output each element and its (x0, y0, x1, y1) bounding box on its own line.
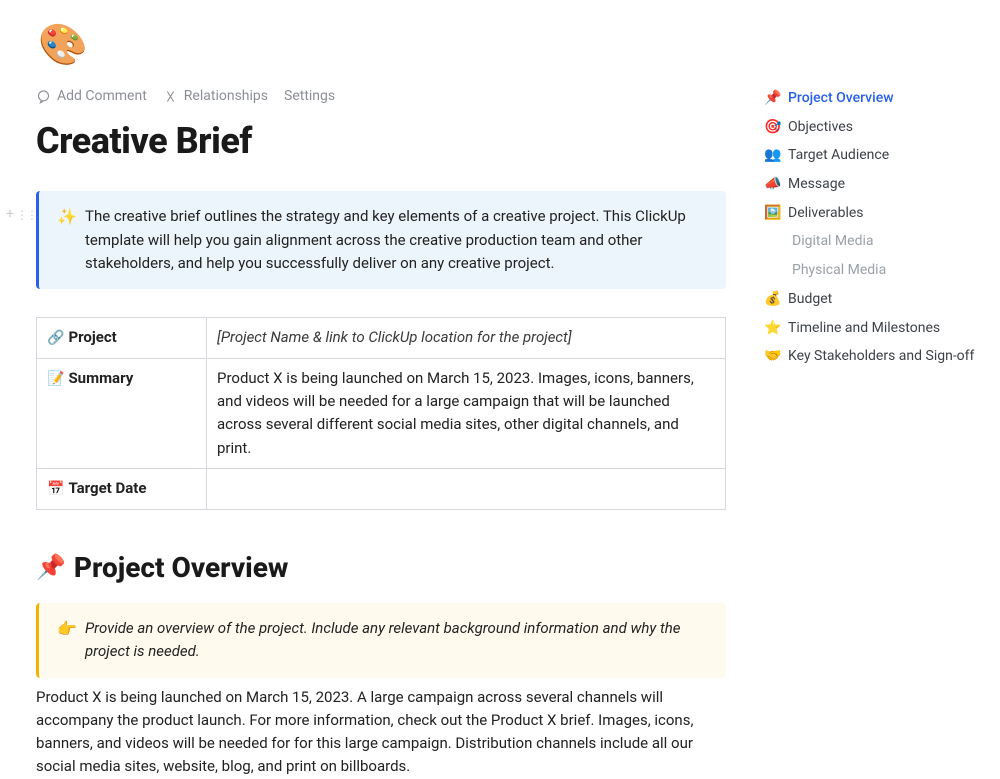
toc-item-icon: 🤝 (764, 346, 780, 368)
table-of-contents: 📌 Project Overview 🎯 Objectives 👥 Target Audi… (764, 85, 988, 372)
row-value[interactable]: [Project Name & link to ClickUp location… (207, 318, 726, 359)
toc-item[interactable]: ⭐ Timeline and Milestones (764, 315, 988, 344)
row-label: 📝Summary (37, 358, 207, 468)
main-column: 🎨 Add Comment Relationships Settings Cre… (36, 14, 726, 779)
table-row[interactable]: 📝SummaryProduct X is being launched on M… (37, 358, 726, 468)
toc-item-label: Target Audience (788, 145, 889, 167)
toc-item-label: Timeline and Milestones (788, 318, 940, 340)
settings-label: Settings (284, 88, 335, 104)
toc-item-icon: 🎯 (764, 117, 780, 139)
intro-callout[interactable]: ✨ The creative brief outlines the strate… (36, 191, 726, 289)
overview-hint-text: Provide an overview of the project. Incl… (85, 617, 708, 664)
overview-hint-callout[interactable]: 👉 Provide an overview of the project. In… (36, 603, 726, 678)
toc-item[interactable]: 💰 Budget (764, 286, 988, 315)
toc-item-label: Objectives (788, 117, 853, 139)
doc-toolbar: Add Comment Relationships Settings (36, 86, 726, 108)
row-value[interactable] (207, 468, 726, 509)
settings-button[interactable]: Settings (284, 86, 335, 108)
row-value[interactable]: Product X is being launched on March 15,… (207, 358, 726, 468)
row-icon: 📅 (47, 481, 64, 497)
relationships-icon (163, 89, 178, 104)
intro-callout-text: The creative brief outlines the strategy… (85, 205, 708, 275)
row-icon: 🔗 (47, 330, 64, 346)
page-title: Creative Brief (36, 114, 726, 170)
toc-item-label: Digital Media (792, 231, 874, 253)
block-gutter: + ⋮⋮ (6, 204, 36, 226)
row-label-text: Target Date (68, 479, 146, 497)
toc-item-label: Message (788, 174, 845, 196)
add-block-button[interactable]: + (6, 204, 14, 226)
toc-item[interactable]: 👥 Target Audience (764, 142, 988, 171)
toc-item-icon: 👥 (764, 145, 780, 167)
point-right-icon: 👉 (57, 617, 73, 664)
table-row[interactable]: 📅Target Date (37, 468, 726, 509)
page-icon[interactable]: 🎨 (38, 14, 726, 76)
toc-item-label: Deliverables (788, 203, 864, 225)
relationships-label: Relationships (184, 86, 268, 108)
drag-handle[interactable]: ⋮⋮ (16, 206, 36, 225)
toc-item[interactable]: 🎯 Objectives (764, 114, 988, 143)
toc-item-icon: ⭐ (764, 318, 780, 340)
toc-item[interactable]: Physical Media (764, 257, 988, 286)
toc-item-icon: 💰 (764, 289, 780, 311)
toc-item[interactable]: Digital Media (764, 228, 988, 257)
toc-item[interactable]: 📣 Message (764, 171, 988, 200)
add-comment-label: Add Comment (57, 86, 147, 108)
toc-item-label: Budget (788, 289, 832, 311)
toc-item[interactable]: 🤝 Key Stakeholders and Sign-off (764, 343, 988, 372)
row-label-text: Project (68, 328, 116, 346)
add-comment-button[interactable]: Add Comment (36, 86, 147, 108)
row-label: 🔗Project (37, 318, 207, 359)
table-row[interactable]: 🔗Project[Project Name & link to ClickUp … (37, 318, 726, 359)
row-label-text: Summary (68, 369, 133, 387)
pushpin-icon: 📌 (36, 549, 66, 586)
row-label: 📅Target Date (37, 468, 207, 509)
info-table: 🔗Project[Project Name & link to ClickUp … (36, 317, 726, 509)
section-title: Project Overview (74, 546, 288, 589)
section-heading-overview: 📌 Project Overview (36, 546, 726, 589)
toc-item-icon: 📣 (764, 174, 780, 196)
toc-item-label: Physical Media (792, 260, 886, 282)
sparkles-icon: ✨ (57, 205, 73, 275)
toc-item-label: Project Overview (788, 88, 894, 110)
overview-body[interactable]: Product X is being launched on March 15,… (36, 686, 726, 779)
comment-icon (36, 89, 51, 104)
toc-item-icon: 📌 (764, 88, 780, 110)
toc-item[interactable]: 📌 Project Overview (764, 85, 988, 114)
toc-item-icon: 🖼️ (764, 203, 780, 225)
relationships-button[interactable]: Relationships (163, 86, 268, 108)
toc-item[interactable]: 🖼️ Deliverables (764, 200, 988, 229)
toc-item-label: Key Stakeholders and Sign-off (788, 346, 974, 368)
row-icon: 📝 (47, 371, 64, 387)
